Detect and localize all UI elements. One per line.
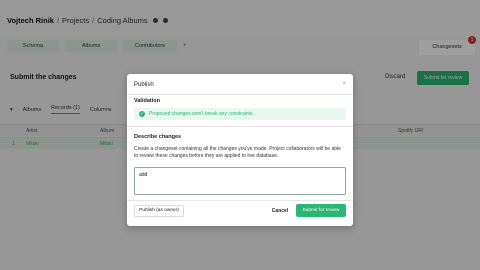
close-icon[interactable]: ×	[342, 81, 346, 87]
cancel-button[interactable]: Cancel	[270, 205, 290, 217]
validation-label: Validation	[134, 98, 160, 104]
divider	[127, 126, 353, 127]
validation-message: Proposed changes won't break any constra…	[149, 111, 254, 117]
describe-changes-label: Describe changes	[134, 134, 182, 140]
describe-changes-help: Create a changeset containing all the ch…	[134, 146, 341, 159]
dialog-title: Publish	[134, 82, 154, 88]
submit-for-review-button[interactable]: Submit for review	[296, 204, 346, 217]
publish-dialog: Publish × Validation ✓ Proposed changes …	[127, 74, 353, 226]
changeset-description-input[interactable]: add	[134, 167, 346, 195]
divider	[127, 94, 353, 95]
divider	[127, 200, 353, 201]
validation-status: ✓ Proposed changes won't break any const…	[134, 108, 346, 120]
publish-as-owner-button[interactable]: Publish (as owner)	[134, 205, 184, 217]
check-icon: ✓	[139, 111, 145, 117]
